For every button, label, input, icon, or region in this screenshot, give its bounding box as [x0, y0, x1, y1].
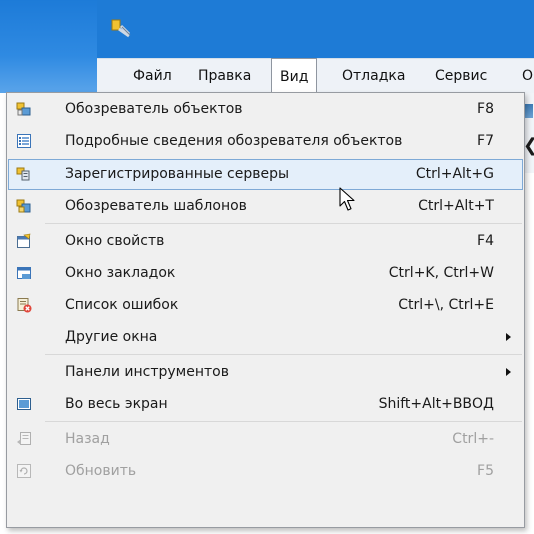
menu-item-shortcut: F4 [477, 233, 494, 249]
menu-item-shortcut: Ctrl+Alt+G [415, 166, 494, 182]
object-explorer-details-icon [17, 134, 31, 148]
menu-view[interactable]: Вид [271, 58, 318, 94]
menu-item-properties-window[interactable]: Окно свойств F4 [8, 226, 523, 257]
menu-tools[interactable]: Сервис [435, 59, 487, 94]
menu-item-label: Назад [65, 431, 110, 447]
menu-item-shortcut: F8 [477, 101, 494, 117]
back-icon [17, 432, 31, 445]
submenu-arrow-icon [506, 333, 511, 341]
view-menu-dropdown: Обозреватель объектов F8 Подробные сведе… [6, 92, 525, 528]
menu-item-label: Обновить [65, 463, 137, 479]
error-list-icon [17, 298, 32, 313]
menu-item-shortcut: F7 [477, 133, 494, 149]
refresh-icon [17, 464, 31, 478]
submenu-arrow-icon [506, 368, 511, 376]
menu-debug[interactable]: Отладка [342, 59, 405, 94]
menu-item-shortcut: F5 [477, 463, 494, 479]
menu-item-label: Обозреватель объектов [65, 101, 243, 117]
menu-item-refresh: Обновить F5 [8, 456, 523, 487]
menu-item-error-list[interactable]: Список ошибок Ctrl+\, Ctrl+E [8, 290, 523, 321]
menu-item-label: Подробные сведения обозревателя объектов [65, 133, 403, 149]
app-icon [111, 19, 131, 38]
menu-item-label: Панели инструментов [65, 364, 229, 380]
mouse-cursor-icon [339, 187, 355, 211]
menu-bar: Файл Правка Вид Отладка Сервис О [97, 58, 534, 94]
menu-item-back: Назад Ctrl+- [8, 424, 523, 455]
menu-item-shortcut: Ctrl+K, Ctrl+W [388, 265, 494, 281]
menu-edit[interactable]: Правка [198, 59, 251, 94]
full-screen-icon [17, 398, 31, 410]
menu-item-toolbars[interactable]: Панели инструментов [8, 357, 523, 388]
menu-item-registered-servers[interactable]: Зарегистрированные серверы Ctrl+Alt+G [8, 159, 523, 190]
menu-item-full-screen[interactable]: Во весь экран Shift+Alt+ВВОД [8, 389, 523, 420]
menu-item-label: Окно свойств [65, 233, 165, 249]
menu-item-label: Зарегистрированные серверы [65, 166, 290, 182]
properties-window-icon [17, 233, 31, 248]
menu-item-object-explorer[interactable]: Обозреватель объектов F8 [8, 94, 523, 125]
menu-separator [45, 354, 522, 355]
menu-item-other-windows[interactable]: Другие окна [8, 322, 523, 353]
menu-item-bookmarks-window[interactable]: Окно закладок Ctrl+K, Ctrl+W [8, 258, 523, 289]
menu-item-label: Другие окна [65, 329, 158, 345]
menu-item-shortcut: Ctrl+\, Ctrl+E [398, 297, 494, 313]
menu-item-label: Обозреватель шаблонов [65, 198, 247, 214]
menu-item-label: Окно закладок [65, 265, 176, 281]
menu-item-shortcut: Shift+Alt+ВВОД [378, 396, 494, 412]
registered-servers-icon [16, 167, 30, 181]
template-explorer-icon [16, 199, 31, 213]
menu-item-shortcut: Ctrl+- [452, 431, 494, 447]
menu-file[interactable]: Файл [133, 59, 172, 94]
menu-item-label: Список ошибок [65, 297, 179, 313]
bookmarks-window-icon [17, 267, 31, 279]
taskbar-area [0, 0, 97, 93]
menu-item-shortcut: Ctrl+Alt+T [418, 198, 494, 214]
menu-more[interactable]: О [522, 59, 533, 94]
menu-item-object-explorer-details[interactable]: Подробные сведения обозревателя объектов… [8, 126, 523, 157]
menu-separator [45, 223, 522, 224]
menu-separator [45, 421, 522, 422]
object-explorer-icon [16, 102, 31, 116]
menu-item-label: Во весь экран [65, 396, 168, 412]
menu-item-template-explorer[interactable]: Обозреватель шаблонов Ctrl+Alt+T [8, 191, 523, 222]
